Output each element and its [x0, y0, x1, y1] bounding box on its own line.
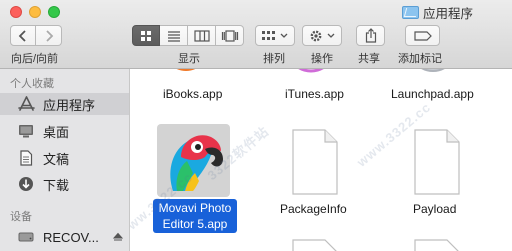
chevron-down-icon	[280, 33, 288, 38]
sidebar-item-label: 应用程序	[43, 97, 96, 113]
column-view-button[interactable]	[188, 25, 216, 46]
window-toolbar: 应用程序 向后/向前 显示 排列 操作 共享 添加标记	[0, 0, 512, 69]
folder-icon	[402, 5, 419, 19]
gear-icon	[310, 30, 322, 41]
documents-icon	[17, 149, 35, 167]
file-label-movavi-line1: Movavi Photo	[158, 201, 232, 215]
sidebar-item-label: 桌面	[43, 124, 70, 140]
file-label-launchpad[interactable]: Launchpad.app	[391, 87, 474, 101]
window-title-text: 应用程序	[423, 6, 474, 21]
back-button[interactable]	[10, 25, 36, 46]
chevron-left-icon	[18, 29, 26, 42]
window-title: 应用程序	[402, 4, 474, 21]
document-icon[interactable]	[292, 239, 338, 251]
arrange-button[interactable]	[255, 25, 295, 46]
sidebar-item-downloads[interactable]: 下载	[0, 173, 129, 195]
file-label-payload[interactable]: Payload	[413, 202, 456, 216]
file-label-itunes[interactable]: iTunes.app	[285, 87, 344, 101]
ibooks-app-icon[interactable]	[158, 69, 214, 77]
document-icon[interactable]	[292, 129, 338, 195]
movavi-parrot-app-icon[interactable]	[163, 127, 225, 193]
sidebar-item-documents[interactable]: 文稿	[0, 147, 129, 169]
list-icon	[167, 30, 180, 42]
launchpad-app-icon[interactable]	[405, 69, 461, 77]
sidebar-item-label: RECOV...	[43, 229, 99, 245]
eject-icon[interactable]	[113, 232, 123, 242]
minimize-window-button[interactable]	[29, 6, 41, 18]
add-tags-button[interactable]	[405, 25, 440, 46]
disk-icon	[17, 228, 35, 246]
devices-heading: 设备	[10, 211, 32, 223]
chevron-down-icon	[327, 33, 335, 38]
columns-icon	[193, 29, 210, 42]
file-grid: iBooks.app iTunes.app Launchpad.app Mova…	[130, 69, 512, 251]
downloads-icon	[17, 175, 35, 193]
document-icon[interactable]	[414, 129, 460, 195]
share-button[interactable]	[356, 25, 385, 46]
nav-label: 向后/向前	[11, 53, 59, 65]
arrange-grid-icon	[262, 30, 275, 40]
desktop-icon	[17, 122, 35, 140]
tags-label: 添加标记	[398, 53, 442, 65]
tag-icon	[413, 30, 432, 41]
share-label: 共享	[358, 53, 380, 65]
arrange-label: 排列	[263, 53, 285, 65]
list-view-button[interactable]	[160, 25, 188, 46]
back-forward-control	[10, 25, 62, 46]
file-label-movavi-line2: Editor 5.app	[162, 217, 228, 231]
view-label: 显示	[178, 53, 200, 65]
forward-button[interactable]	[36, 25, 62, 46]
share-icon	[365, 28, 376, 43]
sidebar-item-label: 文稿	[43, 151, 70, 167]
document-icon[interactable]	[414, 239, 460, 251]
sidebar-item-desktop[interactable]: 桌面	[0, 120, 129, 142]
gallery-view-button[interactable]	[216, 25, 244, 46]
icon-view-button[interactable]	[132, 25, 160, 46]
sidebar-item-label: 下载	[43, 177, 70, 193]
grid-icon	[141, 30, 151, 41]
view-mode-control	[132, 25, 244, 46]
action-button[interactable]	[302, 25, 342, 46]
itunes-app-icon[interactable]	[283, 69, 339, 77]
favorites-heading: 个人收藏	[10, 78, 54, 90]
sidebar-item-applications[interactable]: 应用程序	[0, 93, 129, 115]
file-label-ibooks[interactable]: iBooks.app	[163, 87, 222, 101]
cover-flow-icon	[221, 29, 238, 42]
file-label-movavi[interactable]: Movavi Photo Editor 5.app	[153, 199, 237, 233]
action-label: 操作	[311, 53, 333, 65]
sidebar-item-recovery-disk[interactable]: RECOV...	[0, 226, 129, 248]
applications-icon	[17, 95, 35, 113]
close-window-button[interactable]	[10, 6, 22, 18]
sidebar: 个人收藏 应用程序 桌面 文稿 下载 设备 RECOV...	[0, 69, 130, 251]
chevron-right-icon	[45, 29, 53, 42]
file-label-packageinfo[interactable]: PackageInfo	[280, 202, 347, 216]
zoom-window-button[interactable]	[48, 6, 60, 18]
